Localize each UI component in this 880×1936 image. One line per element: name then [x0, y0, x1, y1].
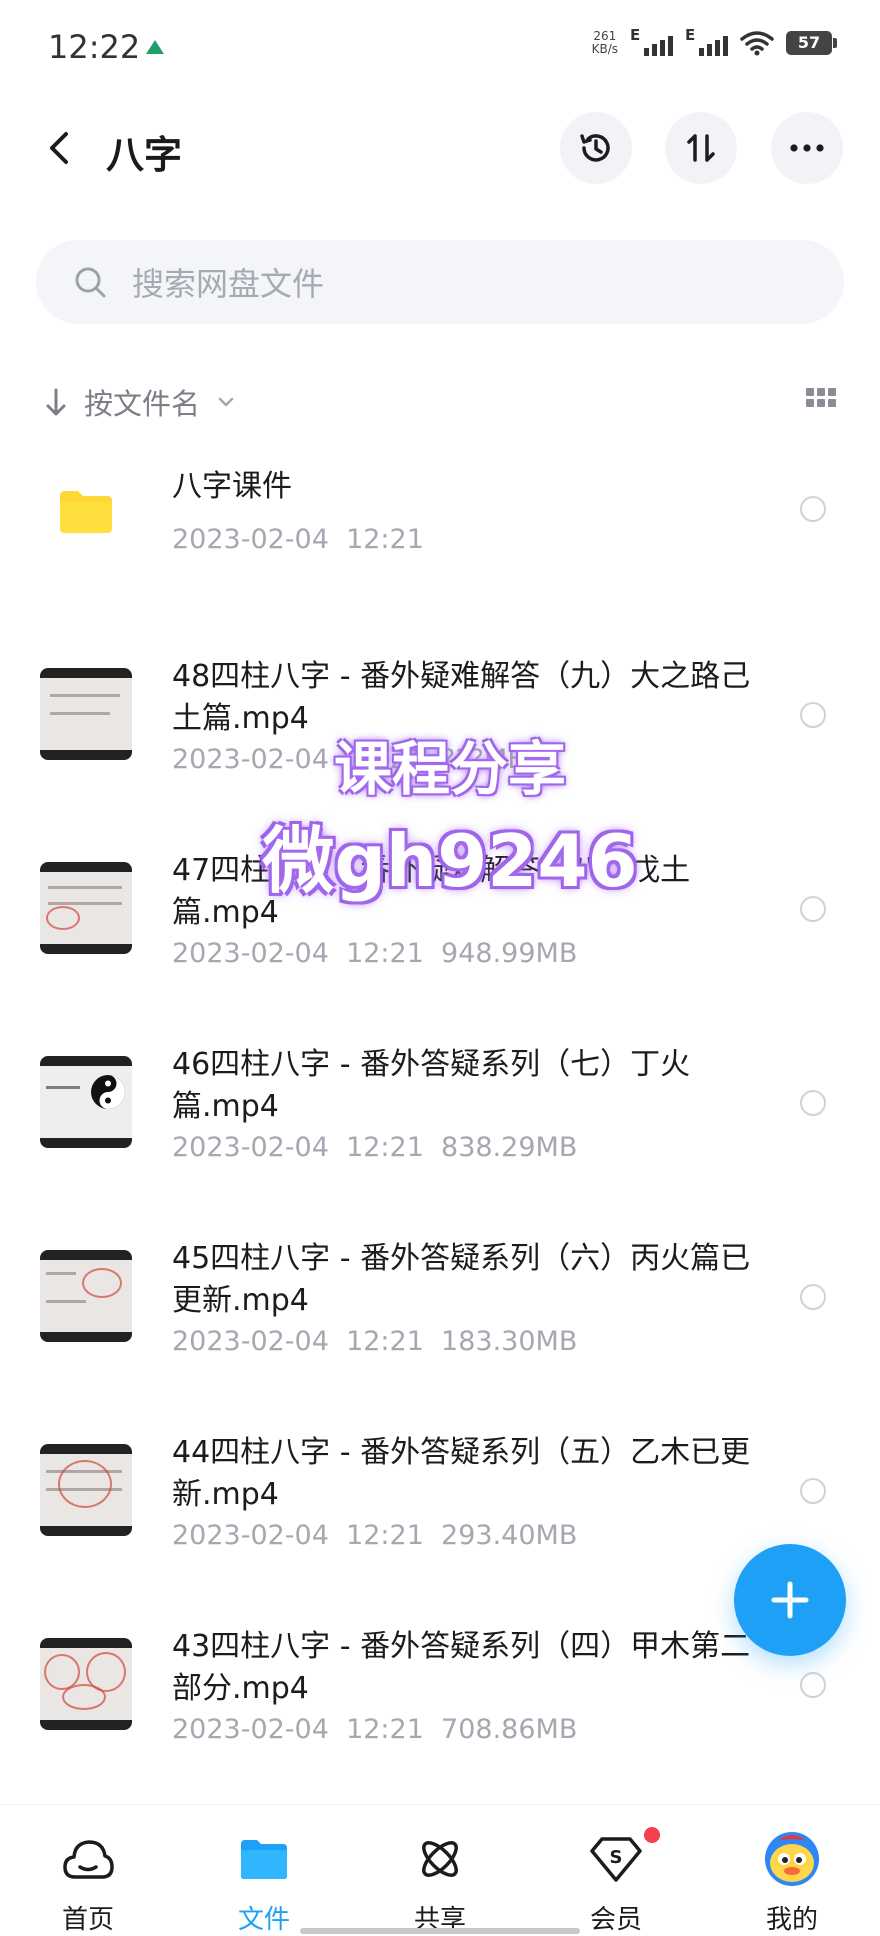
file-meta: 2023-02-04 12:21 183.30MB — [172, 1326, 578, 1357]
video-thumbnail — [40, 862, 132, 954]
chevron-down-icon[interactable] — [218, 394, 234, 410]
file-meta: 2023-02-04 12:21 708.86MB — [172, 1714, 578, 1745]
back-button[interactable] — [36, 124, 84, 172]
file-meta: 2023-02-04 12:21 838.29MB — [172, 1132, 578, 1163]
more-button[interactable] — [771, 112, 843, 184]
video-thumbnail — [40, 1444, 132, 1536]
select-checkbox[interactable] — [800, 1478, 826, 1504]
bottom-nav: 首页 文件 共享 S 会员 我的 — [0, 1804, 880, 1936]
select-checkbox[interactable] — [800, 896, 826, 922]
list-item[interactable]: 46四柱八字 - 番外答疑系列（七）丁火篇.mp4 2023-02-04 12:… — [0, 1004, 880, 1198]
file-name: 43四柱八字 - 番外答疑系列（四）甲木第二部分.mp4 — [172, 1629, 751, 1706]
plus-icon — [771, 1581, 809, 1619]
status-bar: 12:22 261 KB/s E E 57 — [0, 0, 880, 96]
file-meta: 2023-02-04 12:21 — [172, 524, 424, 555]
video-thumbnail — [40, 1056, 132, 1148]
network-speed: 261 KB/s — [591, 29, 618, 56]
nav-item-files[interactable]: 文件 — [176, 1805, 352, 1936]
select-checkbox[interactable] — [800, 1672, 826, 1698]
avatar-mascot-icon — [764, 1831, 820, 1887]
nav-label: 会员 — [589, 1905, 642, 1935]
video-thumbnail — [40, 1638, 132, 1730]
nav-label: 文件 — [237, 1905, 290, 1935]
battery-indicator: 57 — [786, 31, 837, 55]
nav-label: 首页 — [61, 1905, 114, 1935]
home-indicator — [300, 1928, 580, 1934]
header: 八字 — [0, 106, 880, 190]
back-arrow-icon — [50, 132, 68, 164]
select-checkbox[interactable] — [800, 702, 826, 728]
add-button[interactable] — [734, 1544, 846, 1656]
file-name: 45四柱八字 - 番外答疑系列（六）丙火篇已更新.mp4 — [172, 1241, 751, 1318]
select-checkbox[interactable] — [800, 496, 826, 522]
sort-updown-icon — [687, 134, 715, 162]
list-item[interactable]: 45四柱八字 - 番外答疑系列（六）丙火篇已更新.mp4 2023-02-04 … — [0, 1198, 880, 1392]
status-time: 12:22 — [48, 28, 141, 66]
video-thumbnail — [40, 668, 132, 760]
nav-item-vip[interactable]: S 会员 — [528, 1805, 704, 1936]
status-indicators: 261 KB/s E E 57 — [591, 26, 837, 56]
search-placeholder: 搜索网盘文件 — [132, 265, 325, 303]
video-thumbnail — [40, 1250, 132, 1342]
signal-2-icon: E — [685, 26, 728, 56]
notification-badge — [644, 1827, 660, 1843]
file-meta: 2023-02-04 12:21 293.40MB — [172, 1520, 578, 1551]
list-item[interactable]: 47四柱八字 - 番外疑难解答（八）戊土篇.mp4 2023-02-04 12:… — [0, 810, 880, 1004]
sort-direction-icon[interactable] — [44, 386, 68, 418]
folder-icon — [60, 491, 112, 533]
list-item[interactable]: 八字课件 2023-02-04 12:21 — [0, 448, 880, 616]
app-notification-icon — [146, 40, 164, 54]
file-name: 44四柱八字 - 番外答疑系列（五）乙木已更新.mp4 — [172, 1435, 751, 1512]
list-item[interactable]: 44四柱八字 - 番外答疑系列（五）乙木已更新.mp4 2023-02-04 1… — [0, 1392, 880, 1586]
page-title: 八字 — [106, 133, 183, 177]
search-input[interactable]: 搜索网盘文件 — [36, 240, 844, 324]
history-button[interactable] — [560, 112, 632, 184]
file-name: 八字课件 — [172, 469, 292, 504]
history-icon — [580, 134, 610, 162]
wifi-icon — [740, 31, 774, 56]
share-atom-icon — [412, 1831, 468, 1887]
nav-item-me[interactable]: 我的 — [704, 1805, 880, 1936]
list-item[interactable]: 48四柱八字 - 番外疑难解答（九）大之路己土篇.mp4 2023-02-04 … — [0, 616, 880, 810]
vip-diamond-icon: S — [588, 1831, 644, 1887]
nav-label: 我的 — [765, 1905, 818, 1935]
search-icon — [75, 267, 106, 298]
nav-item-home[interactable]: 首页 — [0, 1805, 176, 1936]
more-dots-icon — [790, 144, 824, 152]
select-checkbox[interactable] — [800, 1090, 826, 1116]
sort-toggle-button[interactable] — [665, 112, 737, 184]
file-name: 48四柱八字 - 番外疑难解答（九）大之路己土篇.mp4 — [172, 659, 751, 736]
signal-1-icon: E — [630, 26, 673, 56]
file-name: 46四柱八字 - 番外答疑系列（七）丁火篇.mp4 — [172, 1047, 691, 1124]
grid-view-icon[interactable] — [806, 388, 836, 410]
file-meta: 2023-02-04 12:21 948.99MB — [172, 938, 578, 969]
file-name: 47四柱八字 - 番外疑难解答（八）戊土篇.mp4 — [172, 853, 691, 930]
nav-item-share[interactable]: 共享 — [352, 1805, 528, 1936]
select-checkbox[interactable] — [800, 1284, 826, 1310]
folder-icon — [236, 1831, 292, 1887]
file-meta: 2023-02-04 12:21 ???MB — [172, 744, 526, 775]
svg-text:S: S — [610, 1847, 623, 1868]
yin-yang-icon — [91, 1075, 125, 1109]
sort-by-name-label[interactable]: 按文件名 — [84, 381, 200, 423]
sort-row: 按文件名 — [44, 380, 836, 424]
cloud-home-icon — [60, 1831, 116, 1887]
